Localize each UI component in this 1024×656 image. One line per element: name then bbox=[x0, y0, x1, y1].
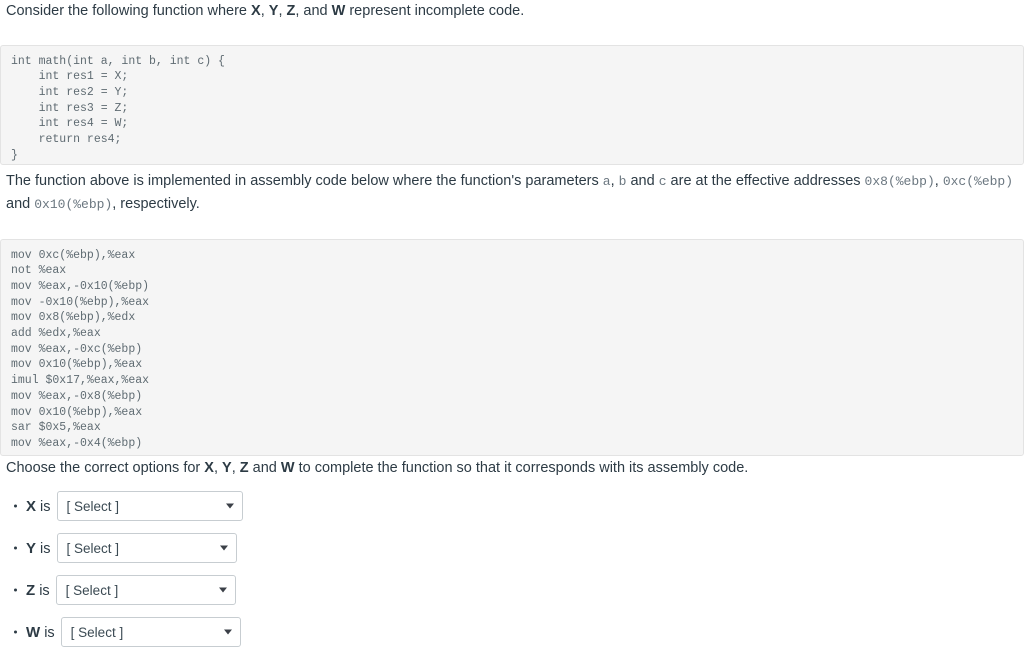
bullet-icon bbox=[14, 504, 17, 508]
list-item-w: W is [ Select ] bbox=[0, 611, 600, 653]
answer-is-x: is bbox=[36, 498, 51, 515]
chevron-down-icon bbox=[219, 545, 228, 551]
choose-paragraph: Choose the correct options for X, Y, Z a… bbox=[0, 457, 1024, 479]
para-mid-part-3: and bbox=[6, 196, 35, 212]
answer-var-z: Z bbox=[26, 581, 36, 599]
para-mid-sep-addr-1: , bbox=[934, 173, 943, 189]
intro-text-before: Consider the following function where bbox=[6, 3, 252, 19]
para-mid-sep-b: and bbox=[626, 173, 659, 189]
choose-var-y: Y bbox=[222, 460, 232, 476]
answer-is-z: is bbox=[35, 582, 50, 599]
chevron-down-icon bbox=[218, 587, 227, 593]
assembly-intro-paragraph: The function above is implemented in ass… bbox=[0, 170, 1024, 216]
answer-label-w: W is bbox=[26, 624, 55, 641]
answer-label-y: Y is bbox=[26, 540, 51, 557]
answer-is-w: is bbox=[40, 624, 55, 641]
list-item-x: X is [ Select ] bbox=[0, 485, 600, 527]
para-mid-sep-a: , bbox=[610, 173, 619, 189]
intro-sep-1: , bbox=[260, 3, 269, 19]
intro-var-x: X bbox=[251, 3, 261, 19]
intro-var-w: W bbox=[331, 3, 346, 19]
answer-label-x: X is bbox=[26, 498, 51, 515]
question-page: Consider the following function where X,… bbox=[0, 0, 1024, 656]
bullet-icon bbox=[14, 630, 17, 634]
address-2: 0xc(%ebp) bbox=[942, 174, 1014, 189]
intro-text-after: represent incomplete code. bbox=[345, 3, 525, 19]
select-y-value: [ Select ] bbox=[66, 540, 120, 556]
choose-var-z: Z bbox=[239, 460, 249, 476]
choose-part-1: Choose the correct options for bbox=[6, 460, 205, 476]
answer-is-y: is bbox=[36, 540, 51, 557]
chevron-down-icon bbox=[223, 629, 232, 635]
choose-sep-3: and bbox=[248, 460, 281, 476]
address-1: 0x8(%ebp) bbox=[864, 174, 935, 189]
choose-sep-2: , bbox=[231, 460, 240, 476]
choose-sep-1: , bbox=[213, 460, 223, 476]
answer-var-y: Y bbox=[26, 539, 37, 557]
param-a: a bbox=[602, 174, 611, 189]
intro-var-y: Y bbox=[268, 3, 279, 19]
assembly-code-block: mov 0xc(%ebp),%eax not %eax mov %eax,-0x… bbox=[0, 238, 1024, 456]
answer-label-z: Z is bbox=[26, 582, 50, 599]
choose-part-2: to complete the function so that it corr… bbox=[294, 460, 749, 476]
para-mid-part-1: The function above is implemented in ass… bbox=[6, 173, 603, 189]
list-item-y: Y is [ Select ] bbox=[0, 527, 600, 569]
chevron-down-icon bbox=[225, 503, 234, 509]
select-z-value: [ Select ] bbox=[65, 582, 119, 598]
bullet-icon bbox=[14, 588, 17, 592]
param-c: c bbox=[658, 174, 667, 189]
answer-list: X is [ Select ] Y is [ Select ] Z is [ S… bbox=[0, 485, 600, 653]
choose-var-w: W bbox=[280, 460, 295, 476]
para-mid-part-2: are at the effective addresses bbox=[666, 173, 865, 189]
intro-paragraph: Consider the following function where X,… bbox=[0, 0, 1024, 22]
intro-sep-3: , and bbox=[295, 3, 332, 19]
answer-var-x: X bbox=[26, 497, 37, 515]
select-x[interactable]: [ Select ] bbox=[56, 491, 243, 521]
list-item-z: Z is [ Select ] bbox=[0, 569, 600, 611]
bullet-icon bbox=[14, 546, 17, 550]
select-z[interactable]: [ Select ] bbox=[55, 575, 236, 605]
intro-sep-2: , bbox=[278, 3, 287, 19]
select-w-value: [ Select ] bbox=[70, 624, 124, 640]
select-x-value: [ Select ] bbox=[66, 498, 120, 514]
choose-var-x: X bbox=[204, 460, 214, 476]
select-y[interactable]: [ Select ] bbox=[56, 533, 237, 563]
c-code-block: int math(int a, int b, int c) { int res1… bbox=[0, 44, 1024, 165]
select-w[interactable]: [ Select ] bbox=[60, 617, 241, 647]
answer-var-w: W bbox=[26, 623, 41, 641]
para-mid-part-4: , respectively. bbox=[112, 196, 200, 212]
address-3: 0x10(%ebp) bbox=[34, 197, 113, 212]
